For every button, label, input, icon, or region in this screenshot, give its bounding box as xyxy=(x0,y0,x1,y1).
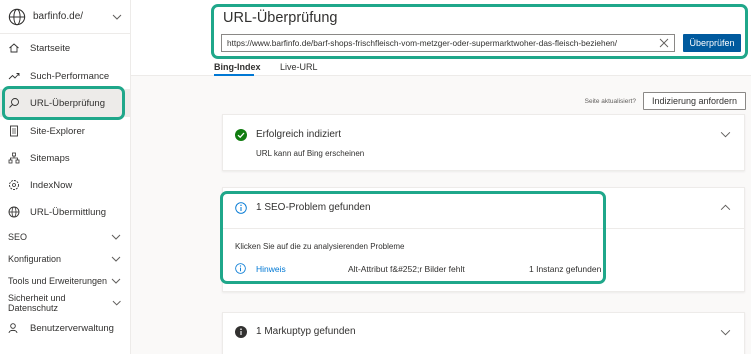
markup-card[interactable]: 1 Markuptyp gefunden xyxy=(222,312,745,354)
home-icon xyxy=(8,42,20,54)
refresh-row: Seite aktualisiert? Indizierung anforder… xyxy=(585,92,746,110)
section-label: Tools und Erweiterungen xyxy=(8,276,108,286)
sitemap-icon xyxy=(8,152,20,164)
chevron-down-icon xyxy=(112,14,122,20)
sidebar-item-label: URL-Überprüfung xyxy=(30,97,105,109)
refresh-label: Seite aktualisiert? xyxy=(584,97,636,105)
sidebar-item-indexnow[interactable]: IndexNow xyxy=(0,171,130,199)
sidebar-section-configuration[interactable]: Konfiguration xyxy=(0,248,130,270)
sidebar-item-sitemaps[interactable]: Sitemaps xyxy=(0,144,130,172)
sidebar-item-user-management[interactable]: Benutzerverwaltung xyxy=(0,314,130,342)
check-circle-icon xyxy=(235,129,247,141)
sidebar-item-label: URL-Übermittlung xyxy=(30,206,107,218)
url-input[interactable]: https://www.barfinfo.de/barf-shops-frisc… xyxy=(221,34,675,52)
indexed-status-card[interactable]: Erfolgreich indiziert URL kann auf Bing … xyxy=(222,114,745,171)
site-selector[interactable]: barfinfo.de/ xyxy=(0,0,130,34)
sidebar-item-label: IndexNow xyxy=(30,179,73,191)
seo-issue-row[interactable]: Hinweis Alt-Attribut f&#252;r Bilder feh… xyxy=(235,263,735,274)
seo-instruction: Klicken Sie auf die zu analysierenden Pr… xyxy=(235,242,405,251)
globe-icon xyxy=(8,206,20,218)
info-icon xyxy=(235,263,246,274)
inspect-button[interactable]: Überprüfen xyxy=(683,34,741,52)
card-title: 1 SEO-Problem gefunden xyxy=(256,202,371,213)
sidebar-section-tools[interactable]: Tools und Erweiterungen xyxy=(0,270,130,292)
inspection-header: URL-Überprüfung https://www.barfinfo.de/… xyxy=(131,0,751,76)
sidebar-section-security[interactable]: Sicherheit und Datenschutz xyxy=(0,292,130,314)
trend-icon xyxy=(8,70,20,82)
tab-bing-index[interactable]: Bing-Index xyxy=(214,62,261,72)
sidebar-item-label: Such-Performance xyxy=(30,70,110,82)
request-indexing-button[interactable]: Indizierung anfordern xyxy=(642,92,746,110)
chevron-up-icon[interactable] xyxy=(720,202,731,213)
indexnow-icon xyxy=(8,179,20,191)
tab-live-url[interactable]: Live-URL xyxy=(280,62,318,72)
chevron-down-icon[interactable] xyxy=(720,327,731,338)
site-name: barfinfo.de/ xyxy=(33,11,84,22)
chevron-down-icon[interactable] xyxy=(720,129,731,140)
sidebar-item-home[interactable]: Startseite xyxy=(0,34,130,62)
divider xyxy=(223,228,744,229)
card-title: 1 Markuptyp gefunden xyxy=(256,326,356,337)
sidebar-item-search-performance[interactable]: Such-Performance xyxy=(0,62,130,90)
users-icon xyxy=(8,322,20,334)
url-input-value: https://www.barfinfo.de/barf-shops-frisc… xyxy=(227,38,618,48)
active-tab-indicator xyxy=(214,74,254,76)
chevron-down-icon xyxy=(111,256,121,262)
sidebar-item-url-submission[interactable]: URL-Übermittlung xyxy=(0,198,130,226)
hint-link[interactable]: Hinweis xyxy=(256,264,286,274)
chevron-down-icon xyxy=(111,278,121,284)
sidebar-item-url-inspection[interactable]: URL-Überprüfung xyxy=(0,89,130,117)
close-icon[interactable] xyxy=(659,38,669,48)
card-title: Erfolgreich indiziert xyxy=(256,129,342,140)
info-filled-icon xyxy=(235,326,247,338)
document-icon xyxy=(8,125,20,137)
section-label: Sicherheit und Datenschutz xyxy=(8,293,66,313)
issue-count: 1 Instanz gefunden xyxy=(529,263,602,274)
card-subtitle: URL kann auf Bing erscheinen xyxy=(256,149,365,158)
seo-issues-card[interactable]: 1 SEO-Problem gefunden Klicken Sie auf d… xyxy=(222,187,745,292)
sidebar-item-label: Benutzerverwaltung xyxy=(30,322,114,334)
section-label: Konfiguration xyxy=(8,254,62,264)
issue-description: Alt-Attribut f&#252;r Bilder fehlt xyxy=(348,263,465,274)
search-icon xyxy=(8,97,20,109)
chevron-down-icon xyxy=(112,300,121,306)
info-icon xyxy=(235,202,247,214)
sidebar-item-site-explorer[interactable]: Site-Explorer xyxy=(0,117,130,145)
globe-icon xyxy=(8,8,26,25)
sidebar-item-label: Sitemaps xyxy=(30,152,70,164)
sidebar-item-label: Site-Explorer xyxy=(30,125,85,137)
chevron-down-icon xyxy=(111,234,121,240)
sidebar: barfinfo.de/ Startseite Such-Performance… xyxy=(0,0,131,354)
sidebar-item-label: Startseite xyxy=(30,42,71,54)
section-label: SEO xyxy=(8,232,28,242)
page-title: URL-Überprüfung xyxy=(223,10,338,26)
sidebar-section-seo[interactable]: SEO xyxy=(0,226,130,248)
